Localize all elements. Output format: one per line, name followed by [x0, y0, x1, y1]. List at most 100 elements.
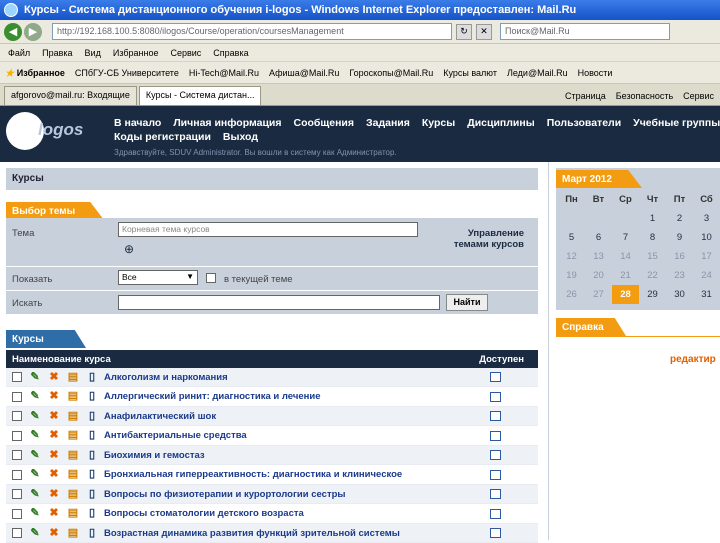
- menu-view[interactable]: Вид: [85, 48, 101, 58]
- security-menu[interactable]: Безопасность: [616, 91, 673, 101]
- course-title[interactable]: Аллергический ринит: диагностика и лечен…: [104, 391, 464, 402]
- available-checkbox-icon[interactable]: [490, 450, 501, 460]
- nav-home[interactable]: В начало: [114, 116, 161, 130]
- print-icon[interactable]: ▤: [66, 449, 80, 462]
- nav-groups[interactable]: Учебные группы: [633, 116, 720, 130]
- edit-pencil-icon[interactable]: ✎: [28, 449, 42, 462]
- course-search-input[interactable]: [118, 295, 440, 310]
- calendar-day[interactable]: 15: [639, 247, 666, 266]
- row-checkbox[interactable]: [12, 489, 22, 499]
- edit-pencil-icon[interactable]: ✎: [28, 410, 42, 423]
- table-row[interactable]: ✎ ✖ ▤ ▯ Аллергический ринит: диагностика и л…: [6, 387, 538, 407]
- course-title[interactable]: Антибактериальные средства: [104, 430, 464, 441]
- favorite-item[interactable]: Афиша@Mail.Ru: [269, 68, 339, 78]
- available-checkbox-icon[interactable]: [490, 391, 501, 402]
- book-icon[interactable]: ▯: [85, 390, 99, 403]
- print-icon[interactable]: ▤: [66, 488, 80, 501]
- delete-icon[interactable]: ✖: [47, 449, 61, 462]
- stop-icon[interactable]: ✕: [476, 23, 492, 40]
- book-icon[interactable]: ▯: [85, 429, 99, 442]
- available-checkbox-icon[interactable]: [490, 411, 501, 421]
- available-checkbox-icon[interactable]: [490, 489, 501, 499]
- calendar-day[interactable]: 17: [693, 247, 720, 266]
- table-row[interactable]: ✎ ✖ ▤ ▯ Биохимия и гемостаз: [6, 446, 538, 465]
- calendar-day[interactable]: 27: [585, 285, 612, 304]
- menu-favorites[interactable]: Избранное: [113, 48, 159, 58]
- print-icon[interactable]: ▤: [66, 468, 80, 481]
- book-icon[interactable]: ▯: [85, 507, 99, 520]
- favorite-item[interactable]: Курсы валют: [443, 68, 497, 78]
- row-checkbox[interactable]: [12, 430, 22, 441]
- edit-pencil-icon[interactable]: ✎: [28, 468, 42, 481]
- delete-icon[interactable]: ✖: [47, 371, 61, 384]
- delete-icon[interactable]: ✖: [47, 390, 61, 403]
- edit-pencil-icon[interactable]: ✎: [28, 527, 42, 540]
- help-header[interactable]: Справка: [556, 318, 626, 336]
- tab-mail[interactable]: afgorovo@mail.ru: Входящие: [4, 86, 137, 105]
- nav-tasks[interactable]: Задания: [366, 116, 410, 130]
- forward-icon[interactable]: ▶: [24, 22, 42, 41]
- calendar-day[interactable]: 30: [666, 285, 693, 304]
- calendar-day[interactable]: 20: [585, 266, 612, 285]
- print-icon[interactable]: ▤: [66, 527, 80, 540]
- calendar-day[interactable]: 6: [585, 228, 612, 247]
- menu-help[interactable]: Справка: [213, 48, 248, 58]
- course-title[interactable]: Алкоголизм и наркомания: [104, 372, 464, 383]
- calendar-day[interactable]: 9: [666, 228, 693, 247]
- calendar-day[interactable]: 22: [639, 266, 666, 285]
- calendar-day[interactable]: 7: [612, 228, 639, 247]
- row-checkbox[interactable]: [12, 450, 22, 460]
- calendar-day[interactable]: 28: [612, 285, 639, 304]
- edit-link[interactable]: редактир: [670, 354, 716, 365]
- search-button[interactable]: Найти: [446, 294, 488, 311]
- delete-icon[interactable]: ✖: [47, 410, 61, 423]
- print-icon[interactable]: ▤: [66, 410, 80, 423]
- delete-icon[interactable]: ✖: [47, 507, 61, 520]
- calendar-day[interactable]: 29: [639, 285, 666, 304]
- favorite-item[interactable]: ★ Избранное: [4, 66, 65, 80]
- available-checkbox-icon[interactable]: [490, 430, 501, 441]
- refresh-icon[interactable]: ↻: [456, 23, 472, 40]
- table-row[interactable]: ✎ ✖ ▤ ▯ Алкоголизм и наркомания: [6, 368, 538, 387]
- nav-messages[interactable]: Сообщения: [294, 116, 355, 130]
- page-menu[interactable]: Страница: [565, 91, 606, 101]
- calendar-day[interactable]: 23: [666, 266, 693, 285]
- tools-menu[interactable]: Сервис: [683, 91, 714, 101]
- course-title[interactable]: Анафилактический шок: [104, 411, 464, 422]
- show-select[interactable]: Все ▼: [118, 270, 198, 285]
- favorite-item[interactable]: Hi-Tech@Mail.Ru: [189, 68, 259, 78]
- delete-icon[interactable]: ✖: [47, 468, 61, 481]
- favorite-item[interactable]: Гороскопы@Mail.Ru: [349, 68, 433, 78]
- book-icon[interactable]: ▯: [85, 449, 99, 462]
- favorite-item[interactable]: СПбГУ-СБ Университете: [75, 68, 179, 78]
- row-checkbox[interactable]: [12, 391, 22, 402]
- calendar-day[interactable]: 31: [693, 285, 720, 304]
- calendar-day[interactable]: 2: [666, 209, 693, 228]
- calendar-day[interactable]: 21: [612, 266, 639, 285]
- calendar-day[interactable]: 19: [558, 266, 585, 285]
- calendar-day[interactable]: 1: [639, 209, 666, 228]
- course-title[interactable]: Бронхиальная гиперреактивность: диагност…: [104, 469, 464, 480]
- nav-courses[interactable]: Курсы: [422, 116, 455, 130]
- search-input[interactable]: Поиск@Mail.Ru: [500, 23, 670, 40]
- edit-pencil-icon[interactable]: ✎: [28, 390, 42, 403]
- available-checkbox-icon[interactable]: [490, 528, 501, 538]
- edit-pencil-icon[interactable]: ✎: [28, 371, 42, 384]
- table-row[interactable]: ✎ ✖ ▤ ▯ Вопросы по физиотерапии и курортолог…: [6, 485, 538, 504]
- book-icon[interactable]: ▯: [85, 410, 99, 423]
- menu-edit[interactable]: Правка: [42, 48, 72, 58]
- nav-logout[interactable]: Выход: [223, 130, 258, 144]
- calendar-day[interactable]: 14: [612, 247, 639, 266]
- course-title[interactable]: Вопросы стоматологии детского возраста: [104, 508, 464, 519]
- row-checkbox[interactable]: [12, 372, 22, 382]
- current-topic-checkbox[interactable]: [206, 273, 216, 283]
- edit-pencil-icon[interactable]: ✎: [28, 488, 42, 501]
- book-icon[interactable]: ▯: [85, 527, 99, 540]
- row-checkbox[interactable]: [12, 508, 22, 519]
- print-icon[interactable]: ▤: [66, 371, 80, 384]
- available-checkbox-icon[interactable]: [490, 508, 501, 519]
- delete-icon[interactable]: ✖: [47, 488, 61, 501]
- edit-pencil-icon[interactable]: ✎: [28, 429, 42, 442]
- theme-input[interactable]: Корневая тема курсов: [118, 222, 418, 237]
- tree-icon[interactable]: ⊕: [124, 242, 134, 256]
